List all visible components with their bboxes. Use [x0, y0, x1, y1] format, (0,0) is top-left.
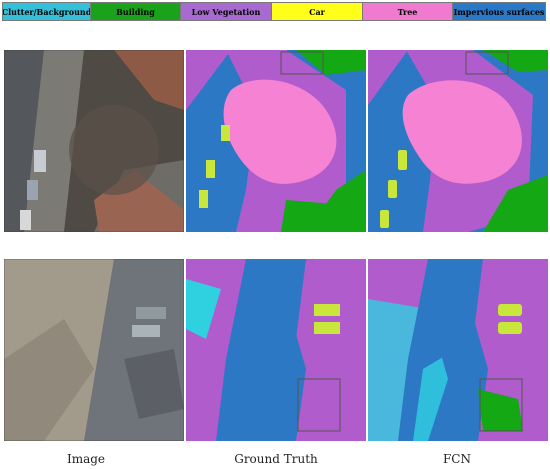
legend-label-tree: Tree	[397, 6, 418, 17]
aerial-image-2	[4, 259, 184, 441]
class-legend: Clutter/Background Building Low Vegetati…	[2, 2, 546, 21]
caption-ground-truth: Ground Truth	[234, 452, 318, 466]
legend-item-low-vegetation: Low Vegetation	[181, 3, 272, 20]
fcn-prediction-map-2	[368, 259, 548, 441]
legend-label-building: Building	[116, 6, 155, 17]
ground-truth-map-1	[186, 50, 366, 232]
ground-truth-map-2	[186, 259, 366, 441]
legend-label-impervious-surfaces: Impervious surfaces	[453, 6, 545, 17]
legend-item-building: Building	[91, 3, 181, 20]
legend-item-clutter: Clutter/Background	[3, 3, 91, 20]
legend-label-car: Car	[309, 6, 325, 17]
figure: Clutter/Background Building Low Vegetati…	[0, 0, 550, 469]
legend-label-clutter: Clutter/Background	[3, 6, 91, 17]
legend-label-low-vegetation: Low Vegetation	[191, 6, 261, 17]
caption-image: Image	[66, 452, 106, 466]
caption-fcn: FCN	[442, 452, 471, 466]
fcn-prediction-map-1	[368, 50, 548, 232]
legend-item-tree: Tree	[363, 3, 453, 20]
aerial-image-1	[4, 50, 184, 232]
legend-item-car: Car	[272, 3, 363, 20]
legend-item-impervious-surfaces: Impervious surfaces	[453, 3, 545, 20]
